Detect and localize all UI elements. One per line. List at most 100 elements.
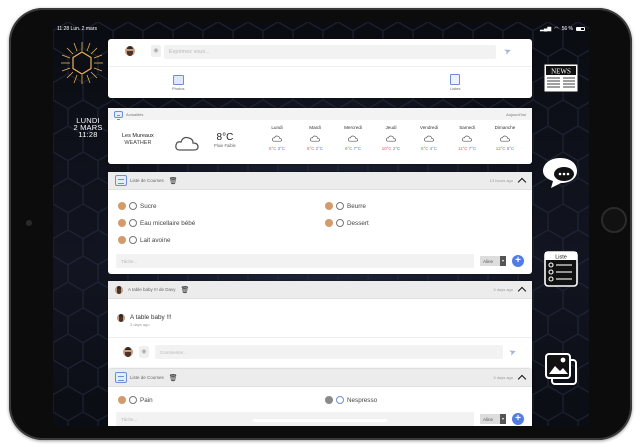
chevron-up-icon[interactable] <box>517 286 527 296</box>
list-item[interactable]: Sucre <box>118 202 156 210</box>
weather-day-high: 12°C <box>495 146 506 151</box>
weather-day-high: 6°C <box>307 146 315 151</box>
weather-forecast: Lundi 6°C 3°C Mardi 6°C 2°C Mercredi 6°C 7°C J… <box>258 125 524 151</box>
trash-icon[interactable]: 🗑 <box>169 374 178 382</box>
photos-label: Photos <box>172 86 185 91</box>
sidebar-date: LUNDI 2 MARS 11:28 <box>63 117 113 139</box>
battery-percent: 56 % <box>561 25 573 32</box>
weather-day-name: Lundi <box>271 125 283 130</box>
checkbox[interactable] <box>336 396 344 404</box>
checkbox[interactable] <box>129 396 137 404</box>
signal-icon: ▂▄▆ <box>539 25 552 32</box>
send-icon[interactable]: ➤ <box>508 346 519 359</box>
weather-day-low: 5°C <box>506 146 515 151</box>
cloud-icon <box>348 135 358 142</box>
weather-day-high: 6°C <box>345 146 353 151</box>
list-time: 13 hours ago <box>489 178 513 183</box>
assignee-select[interactable]: Aline <box>480 414 506 424</box>
weather-day-high: 10°C <box>381 146 392 151</box>
list-icon[interactable]: Liste <box>543 250 579 288</box>
camera-icon[interactable]: ◉ <box>139 346 149 358</box>
weather-day-name: Jeudi <box>385 125 397 130</box>
cloud-icon <box>310 135 320 142</box>
gallery-icon[interactable] <box>543 351 579 387</box>
post-title: A table baby !!! de Davy <box>128 287 176 292</box>
send-icon[interactable]: ➤ <box>502 45 513 58</box>
weather-day-low: 7°C <box>468 146 477 151</box>
checkbox[interactable] <box>129 219 137 227</box>
assignee-select[interactable]: Aline <box>480 256 506 266</box>
weather-day-low: 7°C <box>353 146 361 151</box>
trash-icon[interactable]: 🗑 <box>181 286 190 294</box>
post-input[interactable]: Exprimez vous... <box>164 45 496 59</box>
weather-day-low: 2°C <box>392 146 401 151</box>
weather-subtitle: WEATHER <box>124 140 152 146</box>
weather-day: Dimanche 12°C 5°C <box>486 125 524 151</box>
task-input[interactable]: Tâche... <box>116 254 474 268</box>
weather-day-high: 11°C <box>457 146 468 151</box>
weather-day-high: 6°C <box>269 146 277 151</box>
comment-input[interactable]: Commenter... <box>155 345 504 359</box>
weather-day: Mercredi 6°C 7°C <box>334 125 372 151</box>
post-header: A table baby !!! de Davy 🗑 3 days ago <box>108 281 532 299</box>
weather-day-low: 2°C <box>315 146 323 151</box>
list-header: Liste de Courses 🗑 3 days ago <box>108 369 532 387</box>
date-time: 11:28 <box>78 130 98 139</box>
list-item[interactable]: Pain <box>118 396 153 404</box>
checkbox[interactable] <box>129 202 137 210</box>
avatar <box>125 46 135 56</box>
list-title: Liste de Courses <box>130 375 164 380</box>
list-time: 3 days ago <box>493 375 513 380</box>
status-time: 11:28 <box>57 25 70 32</box>
wifi-icon: ◠ <box>554 25 559 32</box>
post-content: A table baby !!! 3 days ago <box>117 314 172 327</box>
list-icon <box>115 372 127 383</box>
weather-day-name: Mardi <box>309 125 321 130</box>
list-footer: Tâche... Aline + <box>116 254 524 268</box>
list-item[interactable]: Nespresso <box>325 396 377 404</box>
avatar <box>118 202 126 210</box>
weather-day-name: Samedi <box>459 125 475 130</box>
weather-day-high: 6°C <box>421 146 429 151</box>
weather-current: 8°C Pluie Faible <box>214 132 236 148</box>
chat-icon[interactable] <box>541 155 579 189</box>
plus-icon[interactable]: + <box>512 255 524 267</box>
list-item[interactable]: Eau micellaire bébé <box>118 219 195 227</box>
cloud-icon <box>424 135 434 142</box>
checkbox[interactable] <box>336 202 344 210</box>
photos-icon <box>172 75 184 85</box>
status-date: Lun. 2 mars <box>70 25 97 32</box>
sun-logo-icon <box>61 42 103 84</box>
chevron-up-icon[interactable] <box>517 177 527 187</box>
camera-icon[interactable]: ◉ <box>151 45 161 57</box>
news-icon[interactable]: NEWS <box>543 63 579 93</box>
chevron-up-icon[interactable] <box>517 374 527 384</box>
composer-card: ◉ Exprimez vous... ➤ Photos Listes <box>108 39 532 98</box>
trash-icon[interactable]: 🗑 <box>169 177 178 185</box>
avatar <box>325 219 333 227</box>
home-button[interactable] <box>601 207 627 233</box>
weather-day: Mardi 6°C 2°C <box>296 125 334 151</box>
lists-button[interactable]: Listes <box>450 74 460 91</box>
list-item[interactable]: Lait avoine <box>118 236 170 244</box>
avatar <box>325 396 333 404</box>
avatar <box>123 347 133 357</box>
battery-icon <box>576 26 585 31</box>
avatar <box>115 285 123 294</box>
checkbox[interactable] <box>336 219 344 227</box>
cloud-icon <box>272 135 282 142</box>
front-camera <box>26 220 32 226</box>
avatar <box>118 219 126 227</box>
post-card: A table baby !!! de Davy 🗑 3 days ago A … <box>108 281 532 380</box>
avatar <box>118 236 126 244</box>
avatar <box>325 202 333 210</box>
weather-day: Lundi 6°C 3°C <box>258 125 296 151</box>
avatar <box>118 396 126 404</box>
news-small-icon <box>114 110 123 120</box>
shopping-list-card-2: Liste de Courses 🗑 3 days ago Pain Nespr… <box>108 369 532 426</box>
checkbox[interactable] <box>129 236 137 244</box>
photos-button[interactable]: Photos <box>172 75 184 91</box>
plus-icon[interactable]: + <box>512 413 524 425</box>
list-item[interactable]: Dessert <box>325 219 369 227</box>
list-item[interactable]: Beurre <box>325 202 366 210</box>
